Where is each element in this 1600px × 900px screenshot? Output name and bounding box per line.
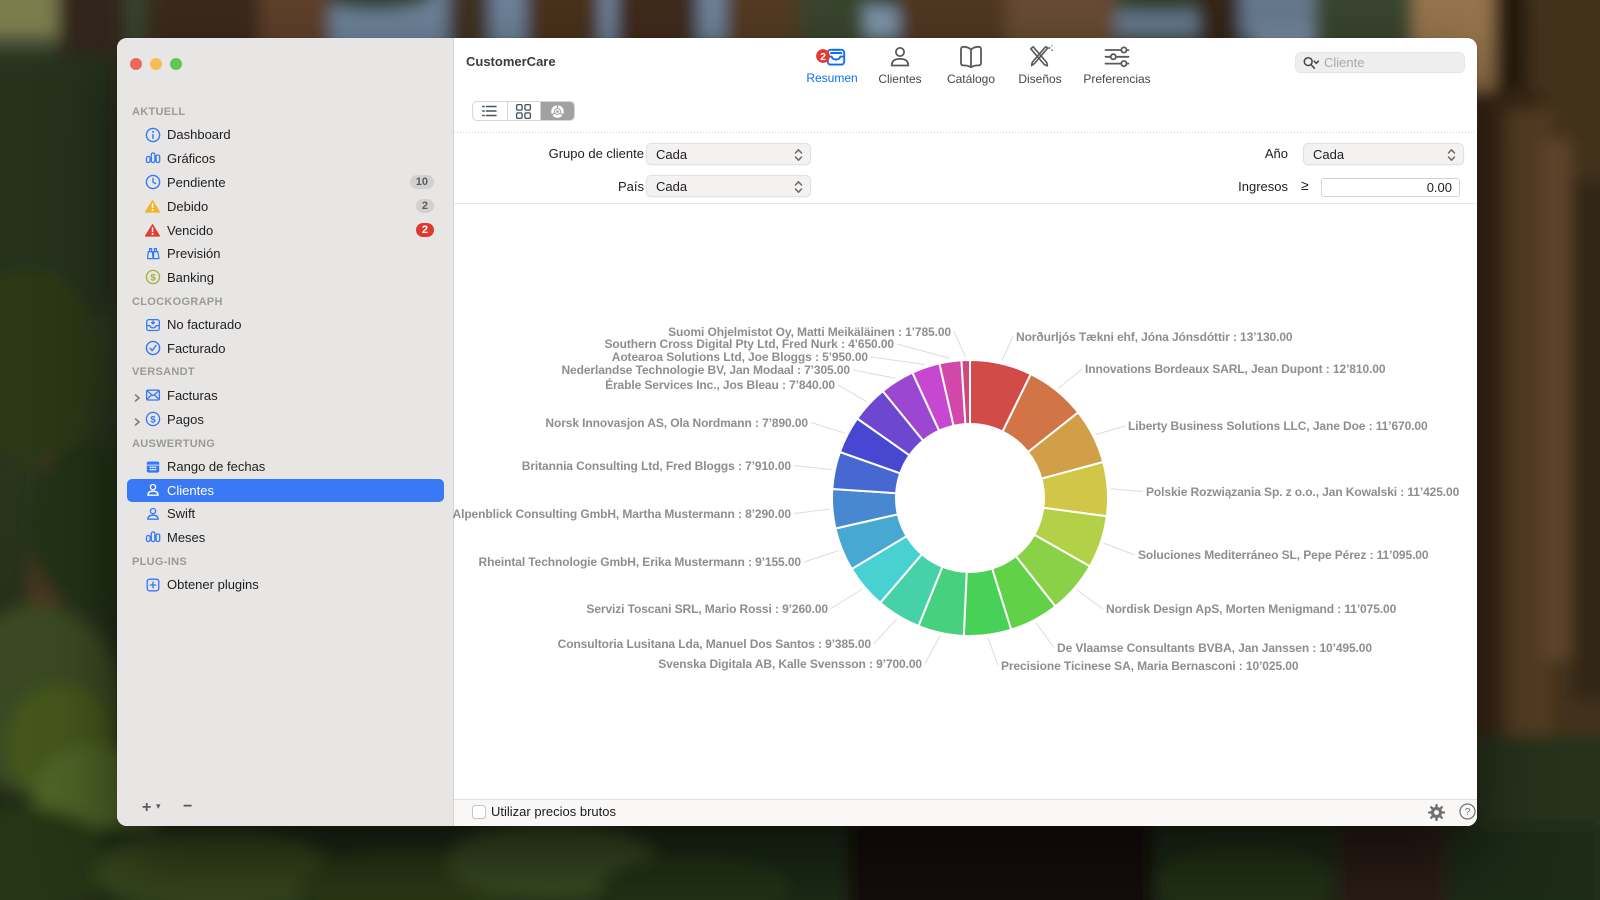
svg-text:$: $ bbox=[150, 414, 156, 425]
svg-text:$: $ bbox=[150, 272, 156, 283]
svg-text:?: ? bbox=[1464, 807, 1470, 818]
